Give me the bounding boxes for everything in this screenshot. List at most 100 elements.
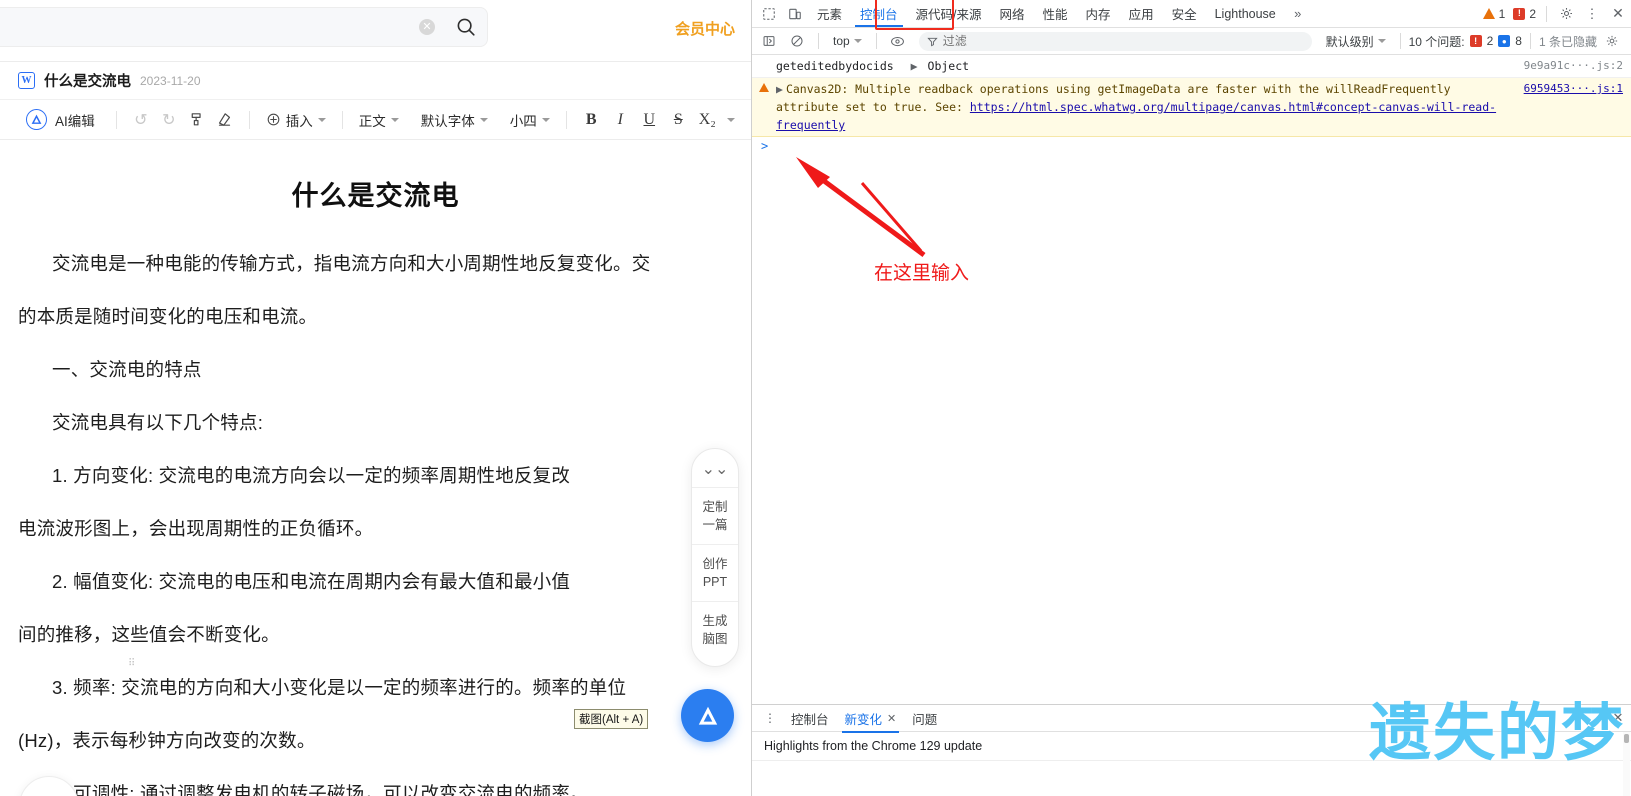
document-canvas[interactable]: 什么是交流电 交流电是一种电能的传输方式，指电流方向和大小周期性地反复变化。交的… [0, 140, 751, 796]
drawer-tabbar: ⋮ 控制台 新变化 ✕ 问题 ✕ [752, 705, 1631, 733]
search-icon[interactable] [449, 10, 483, 44]
ai-edit-button[interactable]: AI编辑 [55, 110, 95, 130]
subscript-button[interactable]: X₂ [694, 106, 721, 133]
close-circle-icon[interactable]: ✕ [419, 19, 435, 35]
log-level-select[interactable]: 默认级别 [1320, 31, 1392, 52]
drawer-tab-issues[interactable]: 问题 [905, 705, 944, 732]
copy-full-text-button[interactable]: 复制全文 [20, 791, 78, 796]
document-paragraph: 电流波形图上，会出现周期性的正负循环。 [0, 508, 751, 549]
undo-icon[interactable]: ↺ [128, 107, 154, 133]
ai-dock-item-ppt[interactable]: 创作 PPT [692, 544, 738, 601]
divider [1546, 5, 1547, 22]
whatsnew-highlight-item[interactable]: Highlights from the Chrome 129 update [752, 732, 1631, 761]
divider [1399, 33, 1401, 49]
expand-arrow-icon[interactable]: ▶ [911, 59, 918, 73]
bold-button[interactable]: B [578, 106, 605, 133]
drawer-tab-whatsnew[interactable]: 新变化 ✕ [838, 705, 904, 733]
document-paragraph: 1. 方向变化: 交流电的电流方向会以一定的频率周期性地反复改 [0, 455, 751, 496]
devtools-tab-0[interactable]: 元素 [808, 0, 851, 27]
gear-icon[interactable] [1599, 34, 1625, 48]
gear-icon[interactable] [1553, 0, 1579, 27]
log-message: geteditedbydocids [776, 59, 894, 73]
issues-summary[interactable]: 10 个问题: ! 2 ● 8 [1409, 33, 1522, 50]
strikethrough-button[interactable]: S [665, 106, 692, 133]
log-source-link[interactable]: 9e9a91c···.js:2 [1524, 57, 1623, 75]
drawer-scrollbar[interactable] [1623, 732, 1630, 796]
issues-label: 10 个问题: [1408, 34, 1465, 49]
console-filter-input[interactable] [942, 34, 1304, 48]
console-filter-field[interactable] [918, 31, 1312, 51]
console-warning-text: ▶ Canvas2D: Multiple readback operations … [776, 80, 1514, 134]
ai-dock-item-custom[interactable]: 定制 一篇 [692, 487, 738, 544]
devtools-tab-7[interactable]: 安全 [1163, 0, 1206, 27]
insert-menu[interactable]: 插入 [261, 107, 331, 133]
paragraph-text: 一、交流电的特点 [52, 359, 202, 380]
paragraph-style-select[interactable]: 正文 [354, 107, 404, 133]
document-paragraph: 4. 可调性: 通过调整发电机的转子磁场，可以改变交流电的频率。 [0, 773, 751, 796]
red-arrow-icon [796, 157, 926, 258]
devtools-tab-8[interactable]: Lighthouse [1206, 0, 1285, 27]
document-paragraph: 交流电具有以下几个特点: [0, 402, 751, 443]
paragraph-text: 2. 幅值变化: 交流电的电压和电流在周期内会有最大值和最小值 [52, 571, 571, 592]
close-icon[interactable]: ✕ [1605, 0, 1631, 27]
document-date: 2023-11-20 [140, 73, 201, 88]
close-icon[interactable]: ✕ [887, 712, 896, 725]
ai-assistant-icon[interactable] [681, 689, 734, 742]
error-count-value: 2 [1529, 6, 1536, 21]
devtools-tab-2[interactable]: 源代码/来源 [907, 0, 991, 27]
devtools-tab-6[interactable]: 应用 [1120, 0, 1163, 27]
devtools-tab-label: 控制台 [860, 8, 898, 22]
devtools-tab-4[interactable]: 性能 [1034, 0, 1077, 27]
devtools-tab-label: Lighthouse [1214, 6, 1276, 21]
clear-format-icon[interactable] [212, 107, 238, 133]
search-box[interactable]: ✕ [0, 7, 488, 47]
log-object-label[interactable]: Object [928, 59, 970, 73]
console-log-row[interactable]: geteditedbydocids ▶ Object 9e9a91c···.js… [752, 55, 1631, 78]
execution-context-value: top [833, 34, 850, 48]
kebab-menu-icon[interactable]: ⋮ [758, 712, 782, 724]
redo-icon[interactable]: ↻ [156, 107, 182, 133]
console-message-list[interactable]: geteditedbydocids ▶ Object 9e9a91c···.js… [752, 55, 1631, 704]
annotation-text: 在这里输入 [874, 263, 970, 284]
font-size-select[interactable]: 小四 [505, 107, 555, 133]
ai-dock-item-line2: 一篇 [702, 518, 728, 532]
underline-button[interactable]: U [636, 106, 663, 133]
devtools-tab-1[interactable]: 控制台 [851, 0, 907, 27]
vip-center-link[interactable]: 会员中心 [675, 18, 735, 39]
italic-button[interactable]: I [607, 106, 634, 133]
devtools-tab-5[interactable]: 内存 [1077, 0, 1120, 27]
kebab-menu-icon[interactable]: ⋮ [1579, 0, 1605, 27]
device-toolbar-icon[interactable] [782, 0, 808, 27]
chevron-double-down-icon[interactable]: ⌄⌄ [692, 453, 738, 487]
drawer-tab-console[interactable]: 控制台 [784, 705, 836, 732]
warning-count-value: 1 [1498, 6, 1506, 21]
ai-dock-item-line1: 定制 [702, 500, 728, 514]
format-painter-icon[interactable] [184, 107, 210, 133]
error-icon: ! [1513, 7, 1526, 20]
scrollbar-thumb[interactable] [1624, 734, 1629, 743]
console-sidebar-icon[interactable] [756, 34, 782, 48]
chevron-down-icon[interactable] [726, 117, 735, 122]
clear-console-icon[interactable] [784, 34, 810, 48]
close-icon[interactable]: ✕ [1605, 710, 1631, 726]
console-prompt-input[interactable] [752, 137, 1631, 153]
paragraph-text: 交流电具有以下几个特点: [52, 412, 264, 433]
search-input[interactable] [0, 19, 419, 35]
word-file-icon: W [18, 72, 35, 89]
live-expression-icon[interactable] [885, 34, 911, 49]
font-family-select[interactable]: 默认字体 [416, 107, 493, 133]
ai-dock-item-mindmap[interactable]: 生成 脑图 [692, 601, 738, 658]
expand-arrow-icon[interactable]: ▶ [776, 82, 783, 96]
paragraph-drag-handle[interactable]: ⠿ [128, 659, 138, 679]
ai-edit-icon[interactable] [26, 109, 47, 130]
execution-context-select[interactable]: top [827, 32, 868, 50]
devtools-tab-3[interactable]: 网络 [991, 0, 1034, 27]
inspect-element-icon[interactable] [756, 0, 782, 27]
warning-source-link[interactable]: 6959453···.js:1 [1524, 80, 1623, 134]
console-warning-row[interactable]: ▶ Canvas2D: Multiple readback operations … [752, 78, 1631, 137]
toolbar-divider [248, 110, 250, 129]
warning-count-badge[interactable]: 1 [1479, 0, 1510, 27]
paragraph-text: 电流波形图上，会出现周期性的正负循环。 [18, 518, 374, 539]
chevron-double-right-icon[interactable]: » [1285, 0, 1311, 27]
error-count-badge[interactable]: ! 2 [1509, 0, 1540, 27]
